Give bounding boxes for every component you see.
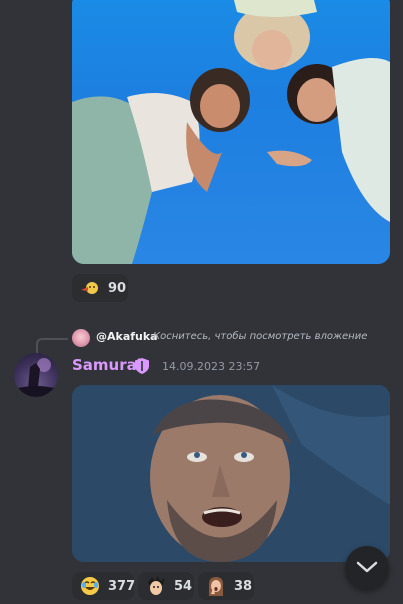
- anime-face-emoji-icon: [146, 576, 166, 596]
- reaction-button[interactable]: 54: [138, 572, 194, 600]
- reaction-button[interactable]: 38: [198, 572, 254, 600]
- reply-preview-text[interactable]: Коснитесь, чтобы посмотреть вложение: [153, 331, 367, 342]
- reaction-count: 54: [174, 578, 193, 594]
- reaction-count: 377: [108, 578, 136, 594]
- laughing-crying-emoji-icon: [80, 576, 100, 596]
- message-author-name[interactable]: Samurai: [72, 356, 142, 374]
- reaction-button[interactable]: 377: [72, 572, 136, 600]
- message-image-attachment[interactable]: [72, 0, 390, 264]
- photo-man-looking-up: [72, 385, 390, 562]
- reaction-count: 38: [234, 578, 253, 594]
- face-emoji-icon: [80, 278, 100, 298]
- reply-author-name[interactable]: @Akafuka: [96, 330, 158, 343]
- jump-to-bottom-button[interactable]: [345, 546, 389, 590]
- avatar[interactable]: [14, 353, 58, 397]
- chevron-down-icon: [356, 559, 378, 578]
- shield-role-icon[interactable]: [133, 357, 151, 375]
- reply-connector: [36, 338, 68, 354]
- message-timestamp: 14.09.2023 23:57: [162, 360, 261, 373]
- photo-sky-people: [72, 0, 390, 264]
- reply-avatar[interactable]: [72, 329, 90, 347]
- shocked-person-emoji-icon: [206, 576, 226, 596]
- message-image-attachment[interactable]: [72, 385, 390, 562]
- reaction-count: 90: [108, 280, 127, 296]
- reaction-button[interactable]: 90: [72, 274, 128, 302]
